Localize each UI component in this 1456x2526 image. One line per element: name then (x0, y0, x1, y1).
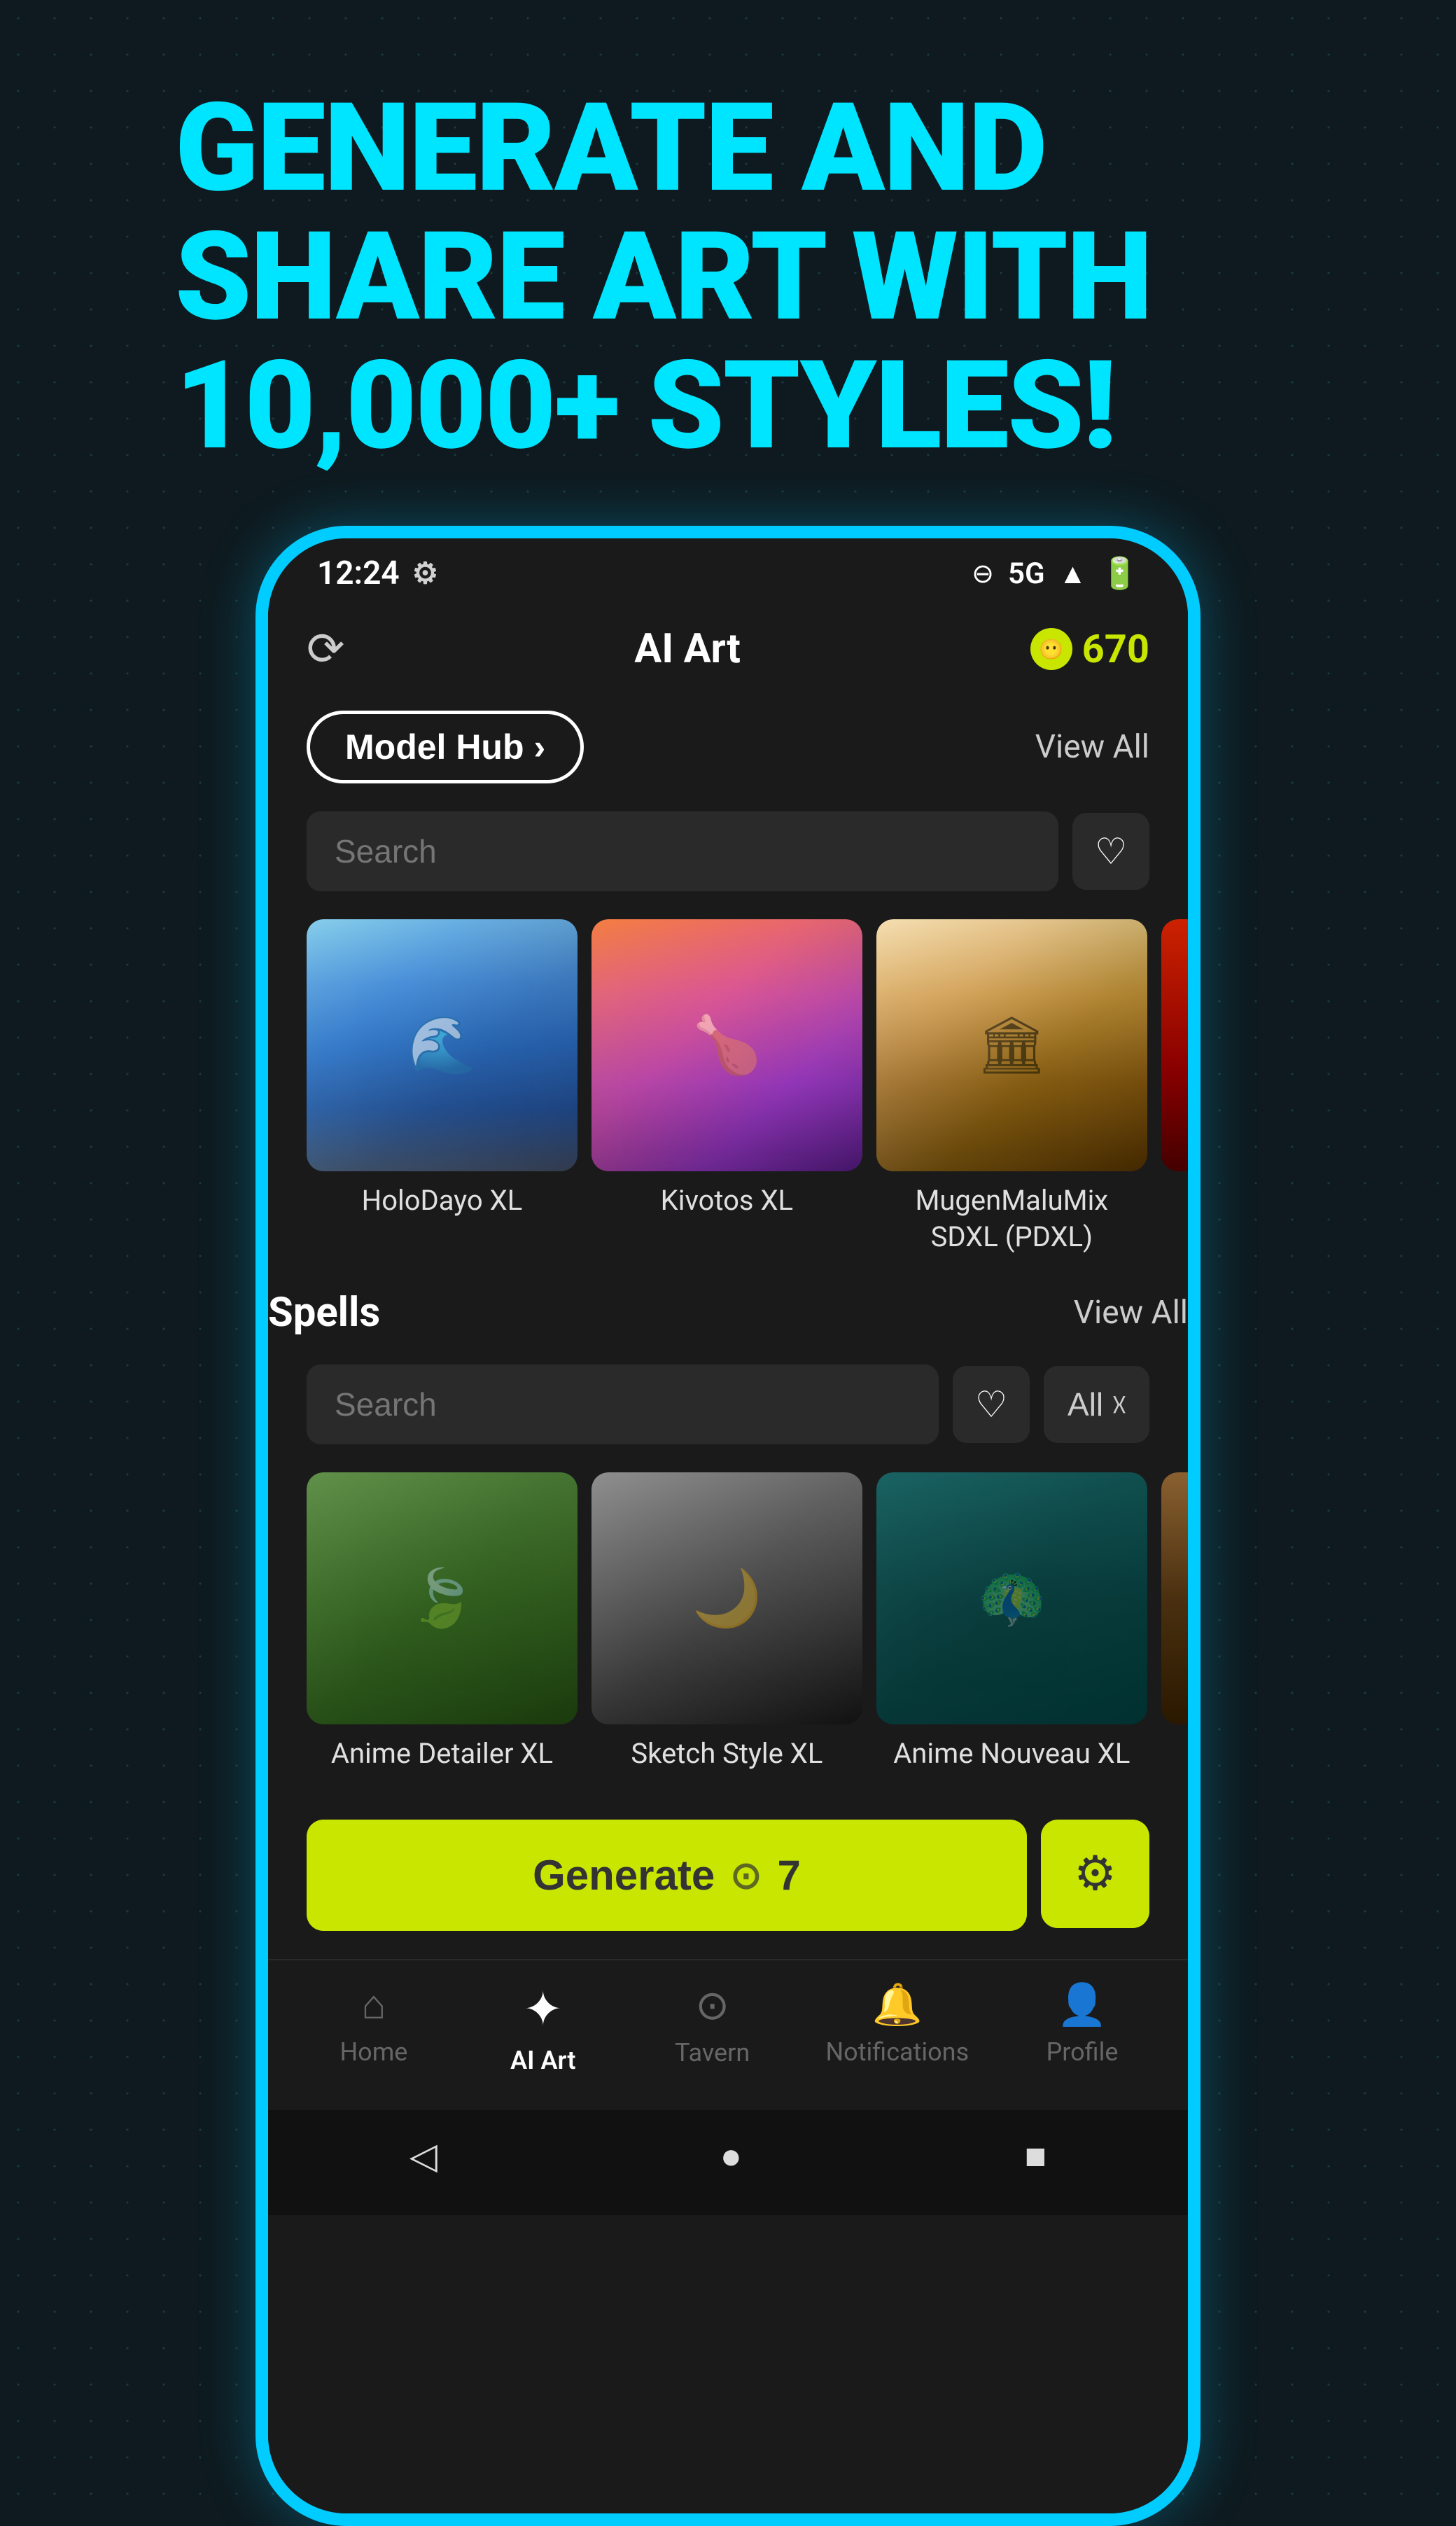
profile-icon: 👤 (1057, 1981, 1107, 2029)
coin-count: 670 (1082, 626, 1149, 672)
model-card-2[interactable]: 🍗 Kivotos XL (592, 919, 862, 1261)
spells-search-row: ♡ All ^ ^ (268, 1351, 1188, 1458)
android-recents-button[interactable]: ■ (1025, 2135, 1046, 2177)
spells-heart-icon: ♡ (975, 1383, 1008, 1426)
gear-icon: ⚙ (1074, 1846, 1116, 1902)
android-back-button[interactable]: ◁ (410, 2135, 438, 2177)
spells-favorites-button[interactable]: ♡ (953, 1366, 1030, 1443)
generate-settings-button[interactable]: ⚙ (1041, 1820, 1149, 1928)
model-card-2-image: 🍗 (592, 919, 862, 1171)
model-hub-button[interactable]: Model Hub › (307, 711, 584, 783)
battery-icon: 🔋 (1100, 555, 1139, 592)
model-hub-view-all[interactable]: View All (1035, 728, 1149, 766)
spells-header-row: Spells View All (268, 1275, 1188, 1351)
signal-indicator: ⊖ (972, 558, 994, 589)
spells-filter-button[interactable]: All ^ ^ (1044, 1366, 1149, 1443)
notifications-icon: 🔔 (872, 1981, 923, 2029)
nav-notifications[interactable]: 🔔 Notifications (826, 1981, 969, 2075)
spells-label: Spells (268, 1289, 380, 1337)
heart-icon: ♡ (1095, 830, 1128, 873)
profile-label: Profile (1046, 2037, 1119, 2067)
status-bar: 12:24 ⚙ ⊖ 5G ▲ 🔋 (268, 538, 1188, 601)
spell-card-1[interactable]: 🍃 Anime Detailer XL (307, 1472, 578, 1778)
app-content: ⟳ AI Art 😶 670 Model Hub › View All ♡ (268, 601, 1188, 2526)
spell-card-4-image (1161, 1472, 1188, 1724)
model-hub-label: Model Hub (345, 727, 524, 767)
bottom-nav: ⌂ Home ✦ AI Art ⊙ Tavern 🔔 Notifications… (268, 1959, 1188, 2110)
spell-card-2-image: 🌙 (592, 1472, 862, 1724)
model-hub-arrow: › (534, 727, 546, 767)
nav-profile[interactable]: 👤 Profile (1026, 1981, 1138, 2075)
signal-bars-icon: ▲ (1059, 557, 1087, 590)
tavern-icon: ⊙ (695, 1981, 729, 2030)
phone-shell: 12:24 ⚙ ⊖ 5G ▲ 🔋 ⟳ AI Art 😶 670 Model Hu… (255, 526, 1200, 2526)
settings-icon: ⚙ (412, 556, 439, 591)
spell-card-3-image: 🦚 (876, 1472, 1147, 1724)
spells-view-all[interactable]: View All (1074, 1294, 1188, 1332)
notifications-label: Notifications (826, 2037, 969, 2067)
model-favorites-button[interactable]: ♡ (1072, 813, 1149, 890)
ai-art-icon: ✦ (523, 1981, 563, 2037)
coin-badge[interactable]: 😶 670 (1030, 626, 1149, 672)
status-time: 12:24 ⚙ (317, 554, 438, 592)
nav-ai-art[interactable]: ✦ AI Art (487, 1981, 599, 2075)
nav-home[interactable]: ⌂ Home (318, 1981, 430, 2075)
generate-button[interactable]: Generate ⊙ 7 (307, 1820, 1027, 1931)
model-cards-row: 🌊 HoloDayo XL 🍗 Kivotos XL 🏛 (268, 905, 1188, 1275)
spells-all-label: All (1068, 1386, 1103, 1423)
spell-card-1-image: 🍃 (307, 1472, 578, 1724)
spell-card-3[interactable]: 🦚 Anime Nouveau XL (876, 1472, 1147, 1778)
model-card-4-partial[interactable] (1161, 919, 1188, 1261)
time-display: 12:24 (317, 554, 400, 592)
model-card-2-label: Kivotos XL (592, 1171, 862, 1224)
ai-art-label: AI Art (510, 2046, 575, 2075)
spells-chevron-icon: ^ ^ (1113, 1386, 1126, 1423)
model-search-row: ♡ (268, 797, 1188, 905)
model-card-4-image (1161, 919, 1188, 1171)
model-search-input[interactable] (307, 811, 1058, 891)
hero-title: GENERATE AND SHARE ART WITH 10,000+ STYL… (175, 84, 1323, 470)
home-icon: ⌂ (361, 1981, 386, 2029)
spells-cards-row: 🍃 Anime Detailer XL 🌙 Sketch Style XL 🦚 (268, 1458, 1188, 1792)
generate-cost-icon: ⊙ (730, 1853, 762, 1897)
android-home-button[interactable]: ● (720, 2135, 742, 2177)
nav-tavern[interactable]: ⊙ Tavern (657, 1981, 769, 2075)
history-icon[interactable]: ⟳ (307, 622, 344, 676)
model-card-3-image: 🏛 (876, 919, 1147, 1171)
generate-row: Generate ⊙ 7 ⚙ (268, 1792, 1188, 1959)
app-title: AI Art (634, 625, 741, 673)
model-hub-row: Model Hub › View All (268, 697, 1188, 797)
model-card-1[interactable]: 🌊 HoloDayo XL (307, 919, 578, 1261)
android-nav-bar: ◁ ● ■ (268, 2110, 1188, 2215)
top-nav: ⟳ AI Art 😶 670 (268, 601, 1188, 697)
home-label: Home (340, 2037, 407, 2067)
tavern-label: Tavern (675, 2038, 750, 2067)
model-card-1-image: 🌊 (307, 919, 578, 1171)
generate-label: Generate (533, 1851, 715, 1899)
spell-card-2-label: Sketch Style XL (592, 1724, 862, 1778)
model-card-3[interactable]: 🏛 MugenMaluMix SDXL (PDXL) (876, 919, 1147, 1261)
spell-card-3-label: Anime Nouveau XL (876, 1724, 1147, 1778)
generate-cost: 7 (778, 1851, 801, 1899)
model-card-3-label: MugenMaluMix SDXL (PDXL) (876, 1171, 1147, 1261)
spells-search-input[interactable] (307, 1365, 939, 1444)
status-right: ⊖ 5G ▲ 🔋 (972, 555, 1139, 592)
hero-section: GENERATE AND SHARE ART WITH 10,000+ STYL… (133, 84, 1323, 470)
spell-card-1-label: Anime Detailer XL (307, 1724, 578, 1778)
spell-card-4-partial[interactable] (1161, 1472, 1188, 1778)
spell-card-2[interactable]: 🌙 Sketch Style XL (592, 1472, 862, 1778)
model-card-1-label: HoloDayo XL (307, 1171, 578, 1224)
network-label: 5G (1008, 557, 1045, 591)
coin-icon: 😶 (1030, 628, 1072, 670)
